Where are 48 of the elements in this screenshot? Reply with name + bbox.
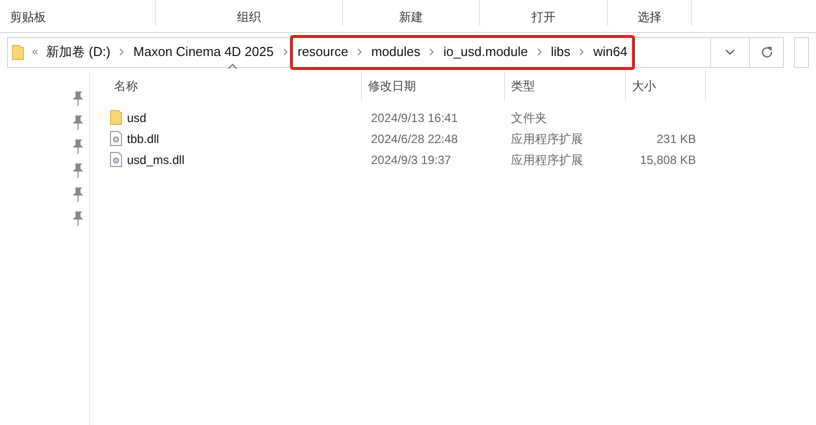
chevron-right-icon xyxy=(429,48,434,56)
file-name[interactable]: usd xyxy=(127,108,146,126)
column-header[interactable]: 类型 xyxy=(505,71,626,101)
pin-icon[interactable] xyxy=(73,115,83,131)
file-name[interactable]: tbb.dll xyxy=(127,130,160,148)
chevron-right-icon xyxy=(282,48,288,56)
breadcrumb-segment[interactable]: Maxon Cinema 4D 2025 xyxy=(133,42,274,62)
pin-icon[interactable] xyxy=(73,187,83,203)
file-type: 应用程序扩展 xyxy=(510,130,584,148)
modified-date: 2024/9/3 19:37 xyxy=(370,152,452,168)
pin-icon[interactable] xyxy=(73,211,83,227)
folder-icon xyxy=(110,110,122,125)
breadcrumb-segment[interactable]: win64 xyxy=(593,42,628,62)
file-size: 231 KB xyxy=(656,130,696,148)
breadcrumb-segment[interactable]: resource xyxy=(298,42,348,62)
chevron-down-icon xyxy=(725,49,735,55)
modified-date: 2024/6/28 22:48 xyxy=(370,130,459,148)
refresh-button[interactable] xyxy=(750,36,784,68)
modified-date: 2024/9/13 16:41 xyxy=(370,110,459,126)
file-name[interactable]: usd_ms.dll xyxy=(127,150,184,168)
breadcrumb-segment[interactable]: modules xyxy=(371,42,420,62)
overflow-chevron[interactable]: « xyxy=(32,44,38,60)
gear-file-icon xyxy=(110,152,122,167)
search-field[interactable] xyxy=(794,36,809,68)
breadcrumb-segment[interactable]: libs xyxy=(550,42,570,62)
ribbon-group-label: 组织 xyxy=(237,9,261,26)
ribbon-group-label: 新建 xyxy=(399,9,423,26)
ribbon-group-label: 剪贴板 xyxy=(10,9,46,26)
breadcrumb-segment[interactable]: 新加卷 (D:) xyxy=(46,42,110,62)
chevron-right-icon xyxy=(357,48,362,56)
chevron-right-icon xyxy=(536,48,542,56)
pin-icon[interactable] xyxy=(73,139,83,155)
gear-file-icon xyxy=(110,131,122,146)
breadcrumb-segment[interactable]: io_usd.module xyxy=(443,42,528,62)
ribbon-group-label: 选择 xyxy=(638,9,662,26)
column-header[interactable]: 大小 xyxy=(626,71,706,101)
column-header[interactable]: 修改日期 xyxy=(362,71,505,101)
refresh-icon xyxy=(760,46,772,58)
pin-icon[interactable] xyxy=(73,163,83,179)
column-header[interactable]: 名称 xyxy=(108,71,362,101)
file-type: 文件夹 xyxy=(510,110,548,126)
ribbon-group-label: 打开 xyxy=(532,9,556,26)
folder-icon xyxy=(12,44,24,60)
pin-icon[interactable] xyxy=(73,91,83,107)
chevron-right-icon xyxy=(119,48,124,56)
file-type: 应用程序扩展 xyxy=(510,152,584,168)
chevron-right-icon xyxy=(579,48,584,56)
file-size: 15,808 KB xyxy=(640,152,696,168)
